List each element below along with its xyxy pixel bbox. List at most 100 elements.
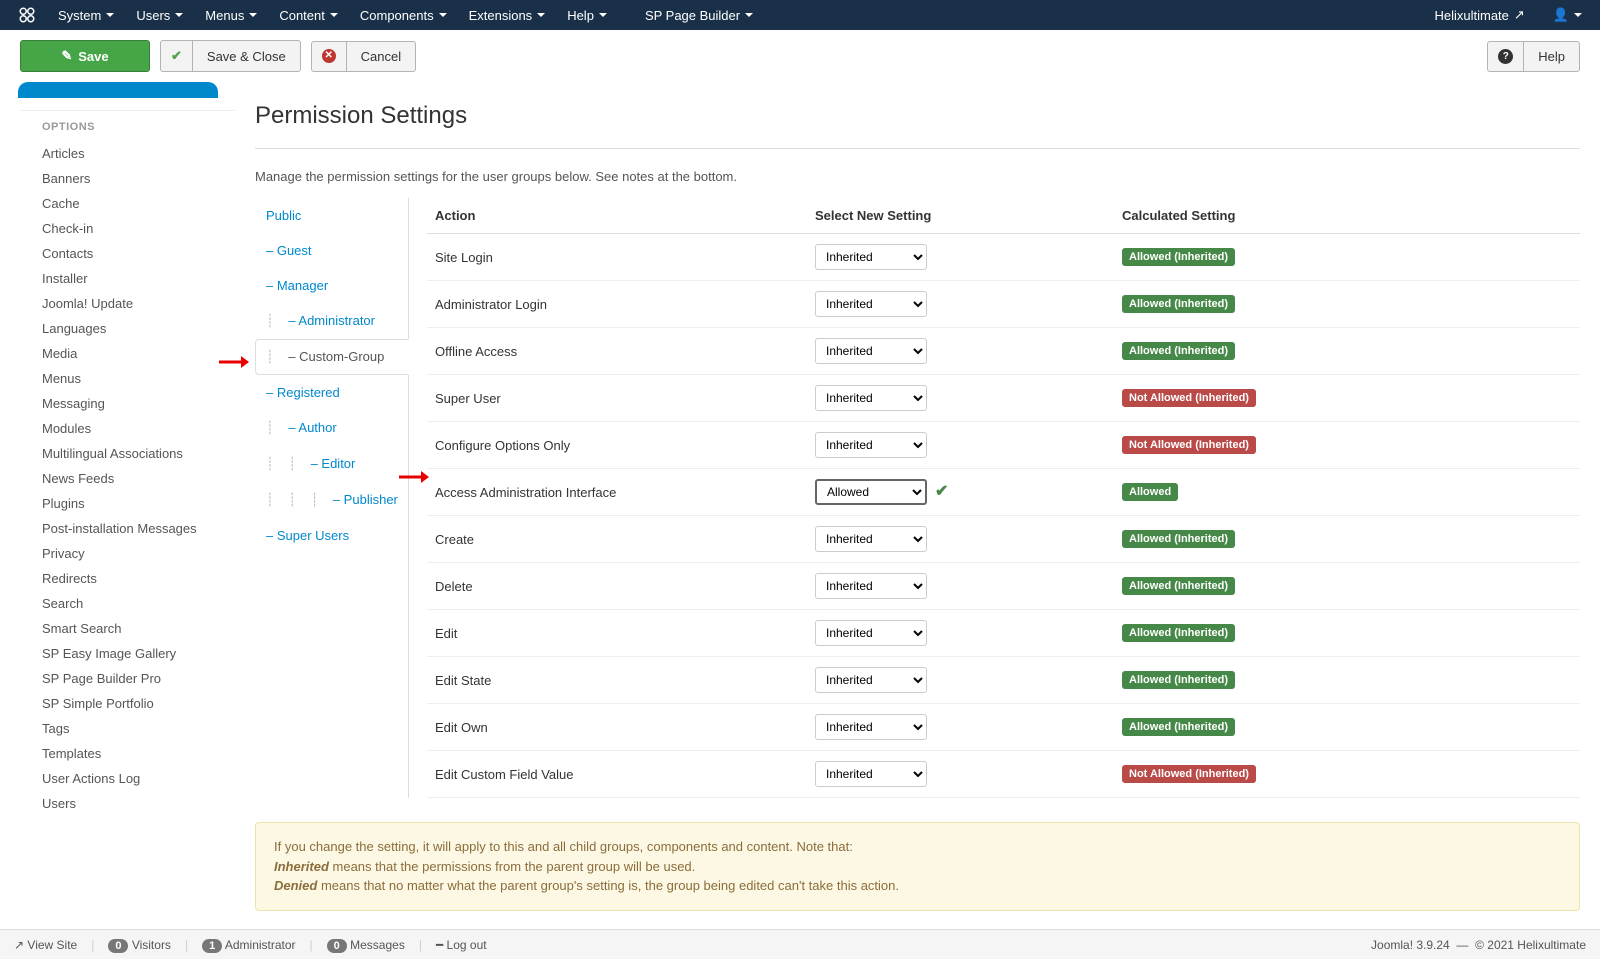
group-tab[interactable]: ┊ ┊ – Editor <box>255 446 408 482</box>
sidebar-item[interactable]: Joomla! Update <box>20 291 235 316</box>
group-tab[interactable]: ┊ ┊ ┊ – Publisher <box>255 482 408 518</box>
sidebar-item[interactable]: Templates <box>20 741 235 766</box>
nav-content[interactable]: Content <box>269 2 348 29</box>
chevron-down-icon <box>745 13 753 17</box>
group-tab[interactable]: – Super Users <box>255 518 408 553</box>
joomla-logo-icon[interactable] <box>8 0 46 30</box>
sidebar-item[interactable]: Menus <box>20 366 235 391</box>
check-icon: ✔ <box>935 483 948 500</box>
nav-menus[interactable]: Menus <box>195 2 267 29</box>
sidebar-item[interactable]: Contacts <box>20 241 235 266</box>
group-tab[interactable]: – Guest <box>255 233 408 268</box>
page-title: Permission Settings <box>255 98 1580 149</box>
save-close-icon-button[interactable]: ✔ <box>160 40 192 72</box>
setting-select[interactable]: Inherited <box>815 714 927 740</box>
action-label: Edit State <box>427 657 807 704</box>
sidebar-item[interactable]: Check-in <box>20 216 235 241</box>
status-badge: Not Allowed (Inherited) <box>1122 436 1256 454</box>
sidebar-item[interactable]: Smart Search <box>20 616 235 641</box>
group-tab[interactable]: ┊ – Custom-Group <box>255 339 409 375</box>
nav-components[interactable]: Components <box>350 2 457 29</box>
sidebar-item[interactable]: Articles <box>20 141 235 166</box>
setting-select[interactable]: Inherited <box>815 573 927 599</box>
permission-row: EditInheritedAllowed (Inherited) <box>427 610 1580 657</box>
notice-denied-text: means that no matter what the parent gro… <box>317 878 899 893</box>
user-group-tabs: Public– Guest– Manager┊ – Administrator┊… <box>255 198 409 798</box>
messages-link[interactable]: Messages <box>350 938 405 952</box>
nav-extensions[interactable]: Extensions <box>459 2 556 29</box>
cancel-button[interactable]: Cancel <box>346 41 416 72</box>
active-tab[interactable] <box>18 82 218 98</box>
permission-row: Access Administration InterfaceAllowed✔A… <box>427 469 1580 516</box>
save-close-button[interactable]: Save & Close <box>192 40 301 72</box>
setting-select[interactable]: Inherited <box>815 667 927 693</box>
action-label: Configure Options Only <box>427 422 807 469</box>
sidebar-item[interactable]: Installer <box>20 266 235 291</box>
sidebar-item[interactable]: Messaging <box>20 391 235 416</box>
setting-select[interactable]: Allowed <box>815 479 927 505</box>
chevron-down-icon <box>330 13 338 17</box>
action-label: Edit <box>427 610 807 657</box>
action-label: Edit Own <box>427 704 807 751</box>
site-link[interactable]: Helixultimate ↗ <box>1424 1 1534 29</box>
notice-inherited-label: Inherited <box>274 859 329 874</box>
visitors-count: 0 <box>108 939 128 953</box>
sidebar-item[interactable]: SP Page Builder Pro <box>20 666 235 691</box>
nav-system[interactable]: System <box>48 2 124 29</box>
sidebar-item[interactable]: Users <box>20 791 235 816</box>
permission-row: CreateInheritedAllowed (Inherited) <box>427 516 1580 563</box>
sidebar-item[interactable]: Multilingual Associations <box>20 441 235 466</box>
notice-denied-label: Denied <box>274 878 317 893</box>
setting-select[interactable]: Inherited <box>815 620 927 646</box>
logout-link[interactable]: ━ Log out <box>436 938 487 952</box>
setting-select[interactable]: Inherited <box>815 526 927 552</box>
sidebar-item[interactable]: Post-installation Messages <box>20 516 235 541</box>
permission-row: Offline AccessInheritedAllowed (Inherite… <box>427 328 1580 375</box>
sidebar-item[interactable]: Modules <box>20 416 235 441</box>
help-icon-button[interactable]: ? <box>1487 41 1523 72</box>
sidebar-item[interactable]: Languages <box>20 316 235 341</box>
action-label: Site Login <box>427 234 807 281</box>
setting-select[interactable]: Inherited <box>815 385 927 411</box>
sidebar-item[interactable]: Tags <box>20 716 235 741</box>
sidebar-item[interactable]: SP Simple Portfolio <box>20 691 235 716</box>
sidebar-item[interactable]: News Feeds <box>20 466 235 491</box>
group-tab[interactable]: – Manager <box>255 268 408 303</box>
action-label: Administrator Login <box>427 281 807 328</box>
help-button[interactable]: Help <box>1523 41 1580 72</box>
chevron-down-icon <box>599 13 607 17</box>
col-action: Action <box>427 198 807 234</box>
nav-sp-page-builder[interactable]: SP Page Builder <box>635 2 763 29</box>
permission-row: Site LoginInheritedAllowed (Inherited) <box>427 234 1580 281</box>
group-tab[interactable]: ┊ – Administrator <box>255 303 408 339</box>
visitors-link[interactable]: Visitors <box>132 938 171 952</box>
notice-line1: If you change the setting, it will apply… <box>274 837 1561 857</box>
user-menu[interactable]: 👤 <box>1543 1 1592 29</box>
sidebar-item[interactable]: Plugins <box>20 491 235 516</box>
setting-select[interactable]: Inherited <box>815 432 927 458</box>
setting-select[interactable]: Inherited <box>815 761 927 787</box>
chevron-down-icon <box>1574 13 1582 17</box>
setting-select[interactable]: Inherited <box>815 244 927 270</box>
cancel-icon-button[interactable]: ✕ <box>311 41 346 72</box>
sidebar-item[interactable]: Privacy <box>20 541 235 566</box>
view-site-link[interactable]: ↗ View Site <box>14 938 77 952</box>
sidebar-item[interactable]: Banners <box>20 166 235 191</box>
sidebar-item[interactable]: SP Easy Image Gallery <box>20 641 235 666</box>
nav-users[interactable]: Users <box>126 2 193 29</box>
setting-select[interactable]: Inherited <box>815 338 927 364</box>
sidebar-item[interactable]: Cache <box>20 191 235 216</box>
sidebar-item[interactable]: Media <box>20 341 235 366</box>
sidebar-item[interactable]: Search <box>20 591 235 616</box>
setting-select[interactable]: Inherited <box>815 291 927 317</box>
status-badge: Not Allowed (Inherited) <box>1122 389 1256 407</box>
nav-help[interactable]: Help <box>557 2 617 29</box>
sidebar-item[interactable]: Redirects <box>20 566 235 591</box>
sidebar-item[interactable]: User Actions Log <box>20 766 235 791</box>
permission-row: Edit StateInheritedAllowed (Inherited) <box>427 657 1580 704</box>
save-button[interactable]: ✎ Save <box>20 40 150 72</box>
group-tab[interactable]: ┊ – Author <box>255 410 408 446</box>
group-tab[interactable]: – Registered <box>255 375 408 410</box>
admin-link[interactable]: Administrator <box>225 938 296 952</box>
group-tab[interactable]: Public <box>255 198 408 233</box>
